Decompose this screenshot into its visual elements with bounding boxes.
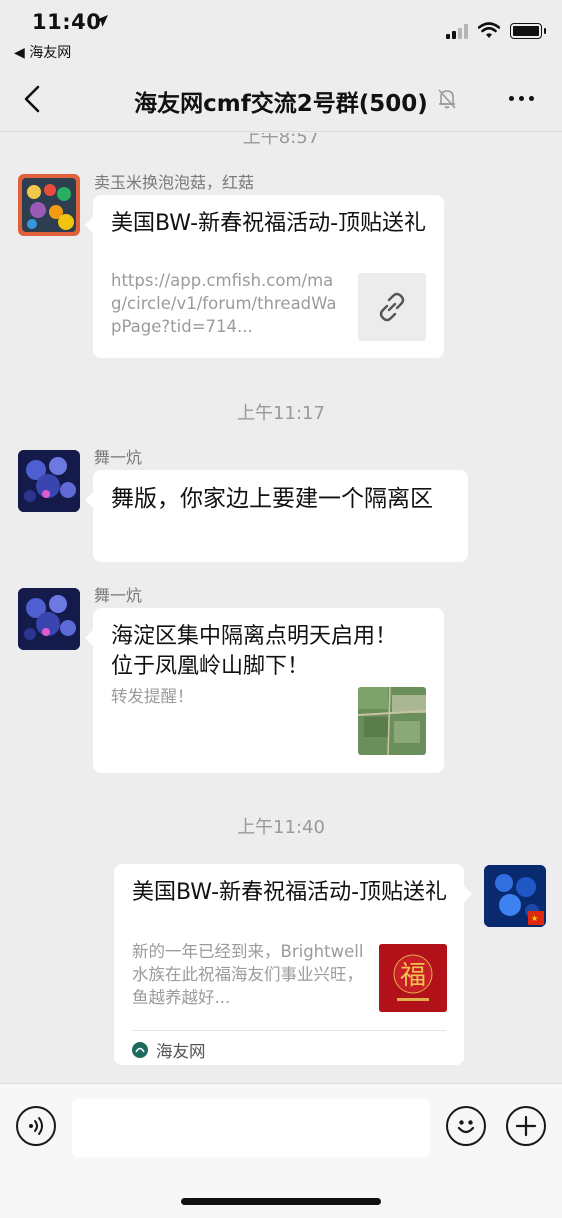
location-arrow-icon xyxy=(95,14,109,32)
self-avatar[interactable]: ★ xyxy=(484,865,546,927)
card-description: https://app.cmfish.com/mag/circle/v1/for… xyxy=(111,271,337,336)
source-logo-icon xyxy=(132,1042,148,1058)
battery-icon xyxy=(510,22,546,39)
home-indicator[interactable] xyxy=(181,1198,381,1205)
voice-toggle-button[interactable] xyxy=(16,1106,56,1146)
shared-article-card[interactable]: 美国BW-新春祝福活动-顶贴送礼 新的一年已经到来，Brightwell水族在此… xyxy=(114,864,472,1065)
card-title: 美国BW-新春祝福活动-顶贴送礼 xyxy=(132,880,448,905)
chat-header: 海友网cmf交流2号群(500) xyxy=(0,66,562,132)
timestamp: 上午11:40 xyxy=(237,817,325,838)
back-to-app-link[interactable]: ◀ 海友网 xyxy=(14,42,71,62)
card-source: 海友网 xyxy=(132,1038,206,1062)
status-time: 11:40 xyxy=(32,10,102,34)
message-input[interactable] xyxy=(72,1099,430,1157)
avatar[interactable] xyxy=(18,588,80,650)
sender-name: 舞一炕 xyxy=(94,586,143,605)
more-actions-button[interactable] xyxy=(506,1106,546,1146)
sender-name: 卖玉米换泡泡菇，红菇 xyxy=(94,173,255,192)
status-indicators xyxy=(446,22,546,39)
emoji-button[interactable] xyxy=(446,1106,486,1146)
avatar[interactable] xyxy=(18,174,80,236)
avatar[interactable] xyxy=(18,450,80,512)
message-text: 舞版，你家边上要建一个隔离区 xyxy=(111,486,433,512)
chat-title: 海友网cmf交流2号群(500) xyxy=(134,91,428,117)
muted-bell-icon xyxy=(436,88,458,114)
card-description: 新的一年已经到来，Brightwell水族在此祝福海友们事业兴旺，鱼越养越好..… xyxy=(132,942,364,1007)
cellular-signal-icon xyxy=(446,23,468,39)
chat-screen: 11:40 ◀ 海友网 海友网cmf交流2号群(500) 上午8:57 卖玉米换… xyxy=(0,0,562,1218)
more-options-button[interactable] xyxy=(509,96,534,101)
status-bar: 11:40 ◀ 海友网 xyxy=(0,0,562,66)
svg-text:福: 福 xyxy=(400,961,426,991)
source-name: 海友网 xyxy=(156,1042,206,1061)
link-card[interactable]: 海淀区集中隔离点明天启用！位于凤凰岭山脚下！ 转发提醒！ xyxy=(85,608,444,773)
emoji-icon xyxy=(457,1120,475,1134)
voice-icon xyxy=(29,1117,43,1135)
sender-name: 舞一炕 xyxy=(94,448,143,467)
card-description: 转发提醒！ xyxy=(111,687,194,706)
text-message[interactable]: 舞版，你家边上要建一个隔离区 xyxy=(85,470,468,562)
plus-icon xyxy=(515,1115,537,1137)
card-title: 美国BW-新春祝福活动-顶贴送礼 xyxy=(111,211,427,236)
card-divider xyxy=(132,1030,446,1031)
svg-text:★: ★ xyxy=(531,914,538,923)
timestamp: 上午8:57 xyxy=(242,133,320,148)
article-thumbnail: 福 xyxy=(379,944,447,1012)
timestamp: 上午11:17 xyxy=(237,403,325,424)
message-list[interactable]: 上午8:57 卖玉米换泡泡菇，红菇 美国BW-新春祝福活动-顶贴送礼 https… xyxy=(0,133,562,1083)
map-thumbnail xyxy=(358,687,426,755)
wifi-icon xyxy=(478,22,500,38)
link-card[interactable]: 美国BW-新春祝福活动-顶贴送礼 https://app.cmfish.com/… xyxy=(85,195,444,358)
card-title: 海淀区集中隔离点明天启用！位于凤凰岭山脚下！ xyxy=(111,624,398,679)
link-icon xyxy=(358,273,426,341)
